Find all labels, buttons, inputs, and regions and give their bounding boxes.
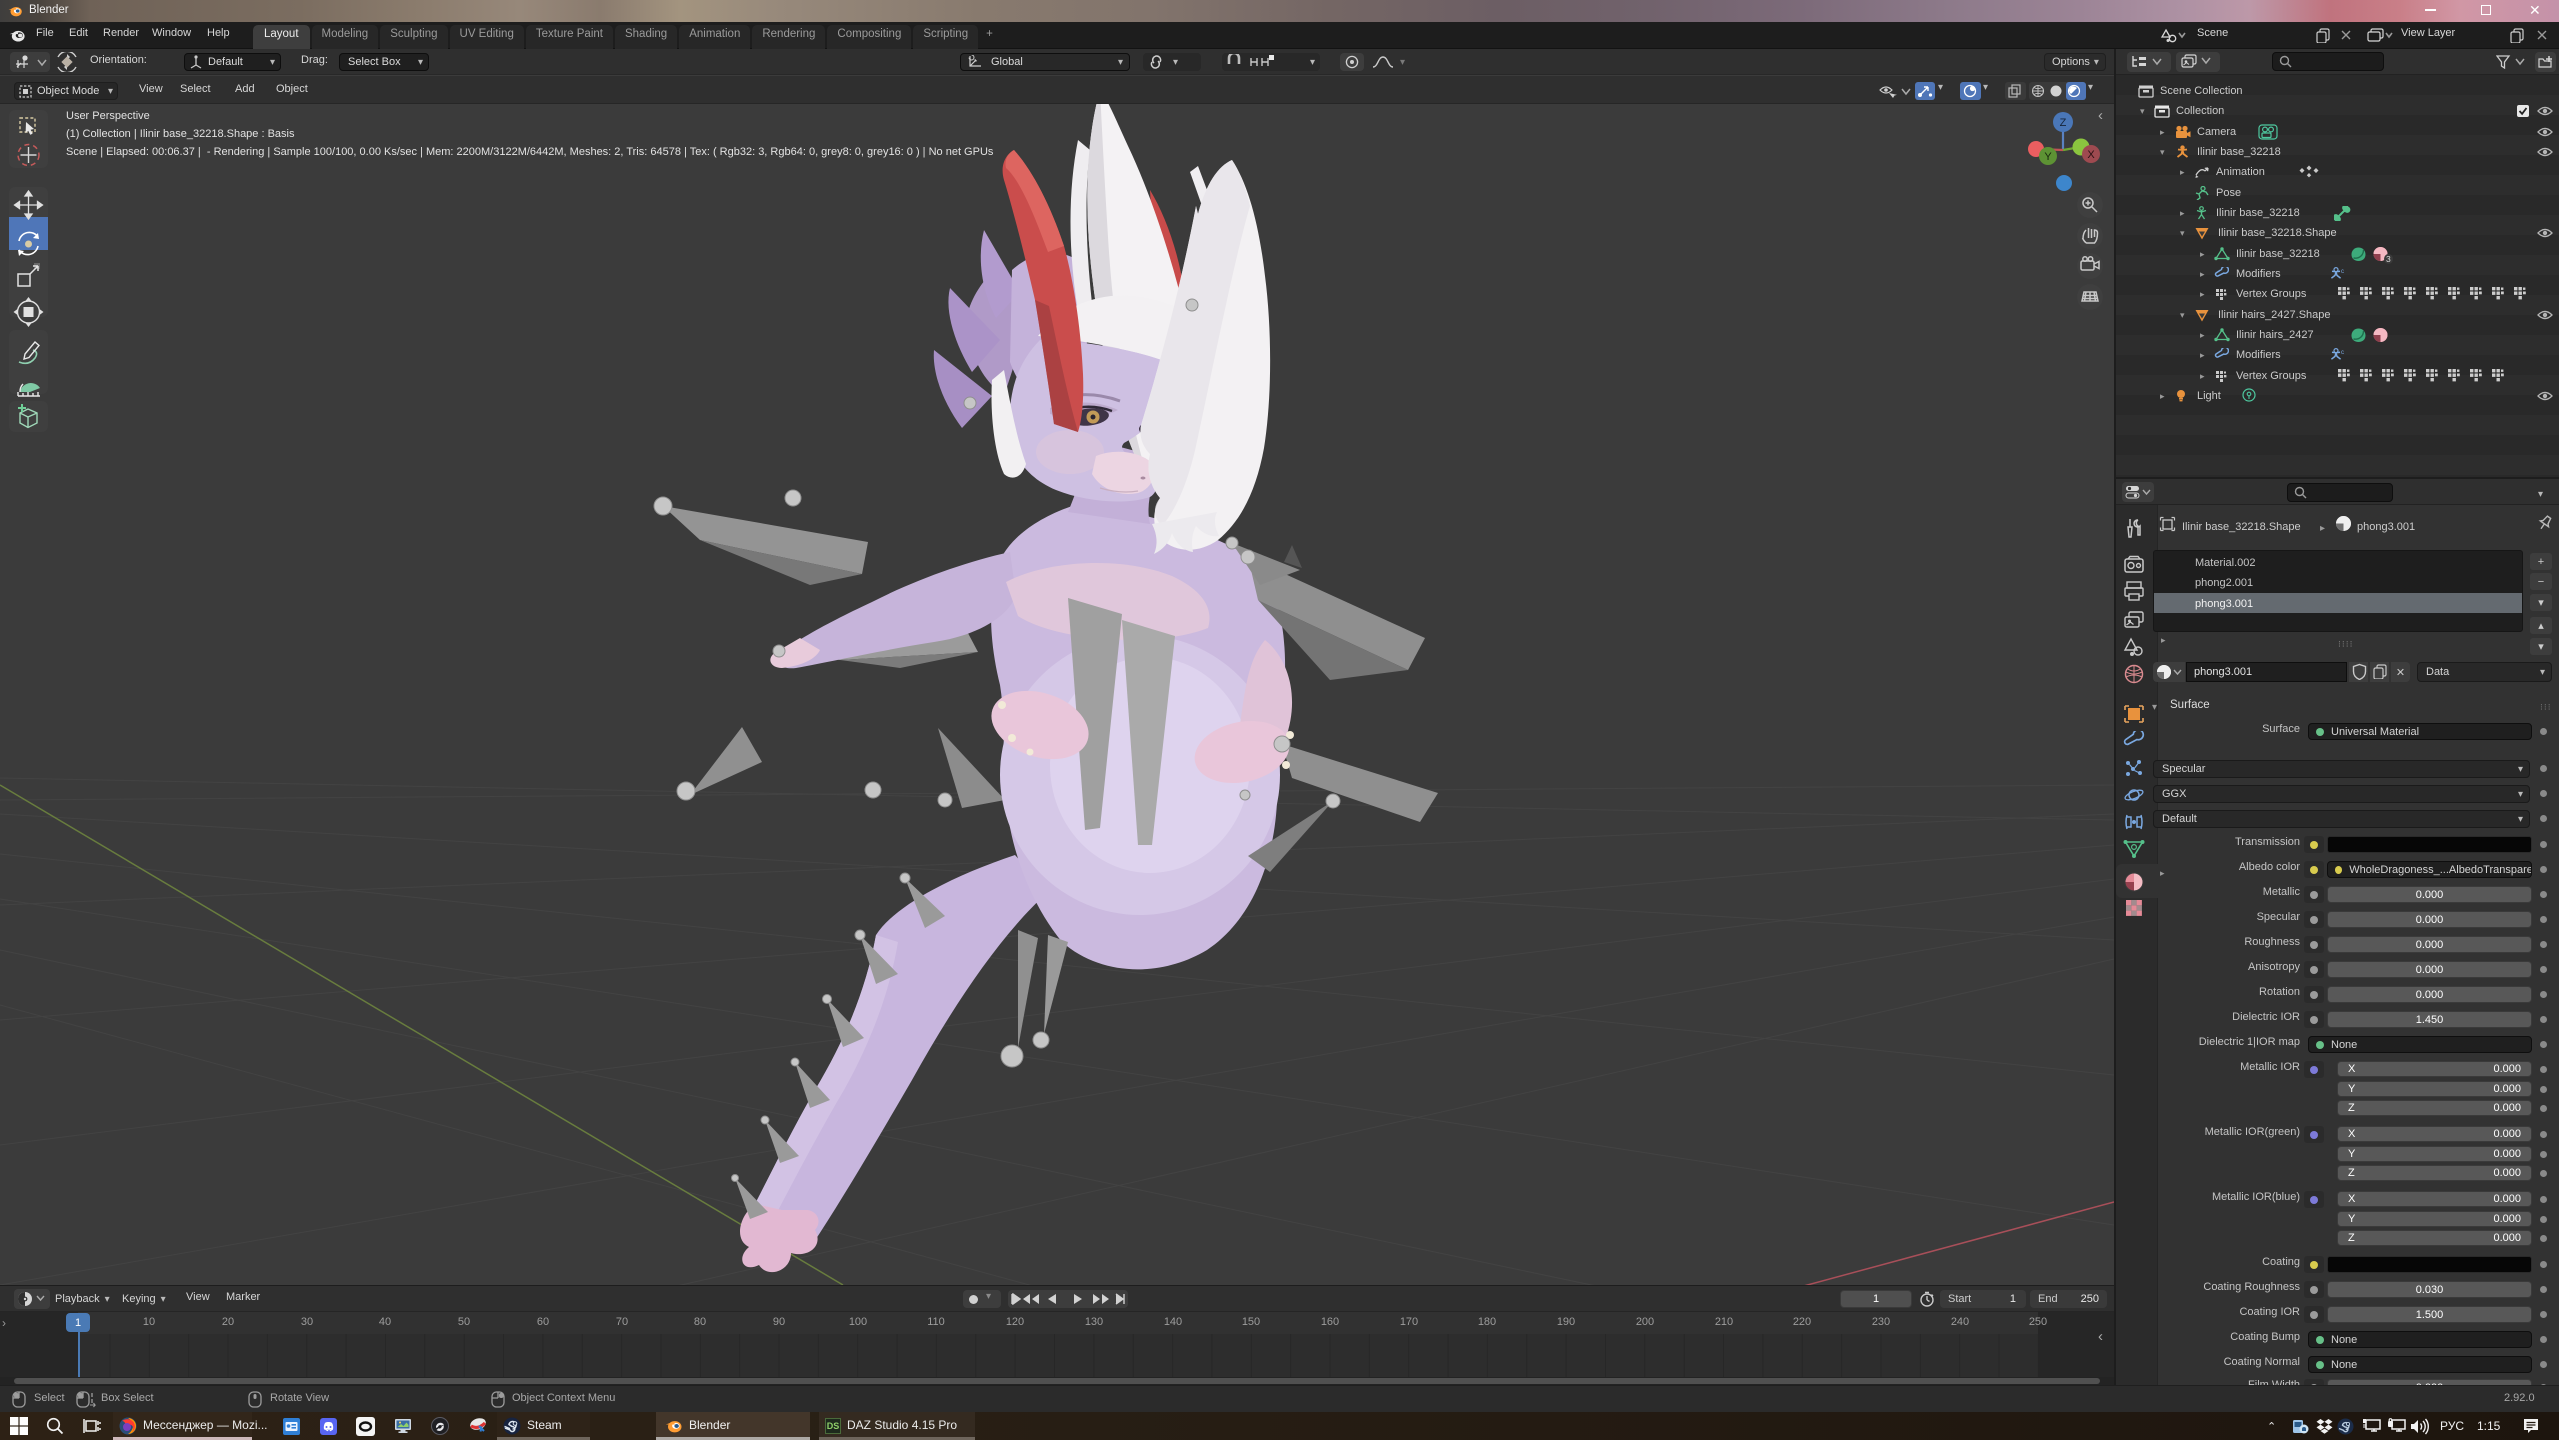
svg-text:c: c [2341, 350, 2344, 356]
svg-text:c: c [2341, 269, 2344, 275]
svg-text:Y: Y [2044, 151, 2052, 163]
svg-text:Z: Z [2060, 117, 2067, 129]
svg-text:X: X [2087, 149, 2095, 161]
